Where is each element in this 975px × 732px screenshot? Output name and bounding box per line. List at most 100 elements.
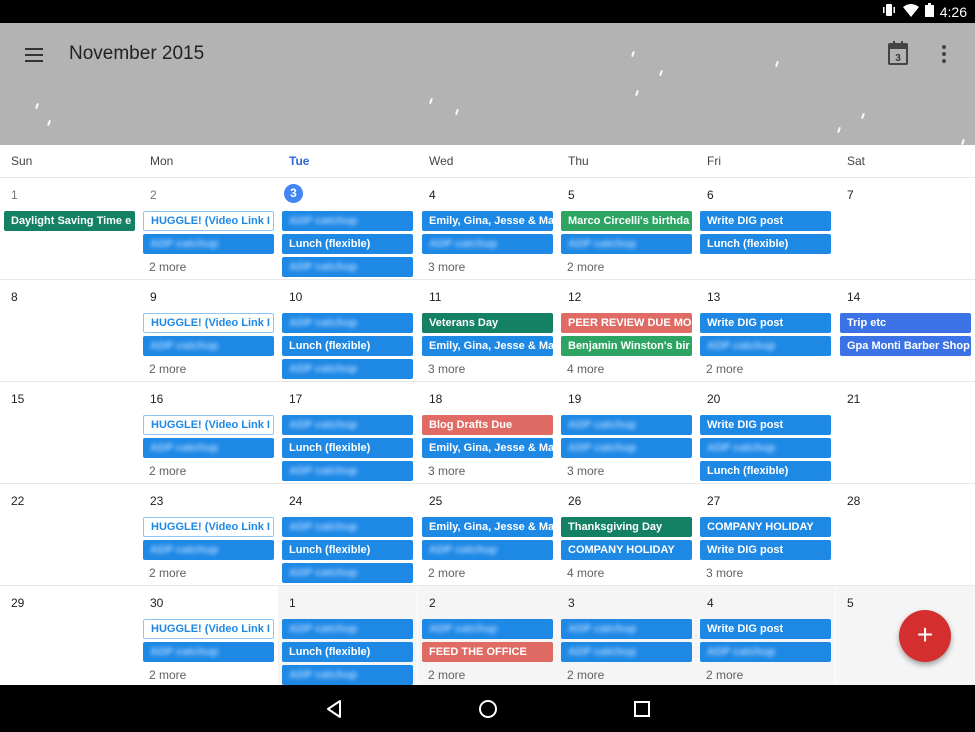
event-chip[interactable]: Lunch (flexible) [282, 234, 413, 254]
event-chip[interactable]: Lunch (flexible) [282, 336, 413, 356]
day-cell[interactable]: 25 Emily, Gina, Jesse & Ma ADP catchup 2 mo… [418, 484, 557, 586]
more-events-link[interactable]: 3 more [428, 362, 465, 376]
day-cell[interactable]: 2 HUGGLE! (Video Link I ADP catchup 2 more [139, 178, 278, 280]
event-chip[interactable]: ADP catchup [282, 665, 413, 685]
event-chip[interactable]: ADP catchup [282, 313, 413, 333]
event-chip[interactable]: Lunch (flexible) [700, 461, 831, 481]
event-chip[interactable]: PEER REVIEW DUE MO [561, 313, 692, 333]
event-chip[interactable]: Emily, Gina, Jesse & Ma [422, 211, 553, 231]
event-chip[interactable]: Write DIG post [700, 211, 831, 231]
event-chip[interactable]: Write DIG post [700, 415, 831, 435]
event-chip[interactable]: Write DIG post [700, 540, 831, 560]
day-cell[interactable]: 17 ADP catchup Lunch (flexible) ADP catchup [278, 382, 417, 484]
event-chip[interactable]: ADP catchup [143, 540, 274, 560]
day-cell[interactable]: 22 [0, 484, 139, 586]
event-chip[interactable]: ADP catchup [143, 234, 274, 254]
day-cell[interactable]: 15 [0, 382, 139, 484]
event-chip[interactable]: ADP catchup [561, 619, 692, 639]
more-events-link[interactable]: 2 more [149, 260, 186, 274]
event-chip[interactable]: ADP catchup [561, 234, 692, 254]
more-vert-icon[interactable] [934, 43, 954, 65]
more-events-link[interactable]: 3 more [428, 260, 465, 274]
event-chip[interactable]: Daylight Saving Time e [4, 211, 135, 231]
event-chip[interactable]: COMPANY HOLIDAY [700, 517, 831, 537]
event-chip[interactable]: ADP catchup [422, 619, 553, 639]
day-cell[interactable]: 26 Thanksgiving Day COMPANY HOLIDAY 4 more [557, 484, 696, 586]
day-cell[interactable]: 30 HUGGLE! (Video Link I ADP catchup 2 more [139, 586, 278, 688]
event-chip[interactable]: HUGGLE! (Video Link I [143, 211, 274, 231]
event-chip[interactable]: HUGGLE! (Video Link I [143, 415, 274, 435]
day-cell[interactable]: 4 Emily, Gina, Jesse & Ma ADP catchup 3 mor… [418, 178, 557, 280]
event-chip[interactable]: HUGGLE! (Video Link I [143, 313, 274, 333]
event-chip[interactable]: Blog Drafts Due [422, 415, 553, 435]
event-chip[interactable]: ADP catchup [143, 642, 274, 662]
event-chip[interactable]: ADP catchup [422, 540, 553, 560]
day-cell[interactable]: 6 Write DIG post Lunch (flexible) [696, 178, 835, 280]
event-chip[interactable]: ADP catchup [282, 359, 413, 379]
event-chip[interactable]: Emily, Gina, Jesse & Ma [422, 517, 553, 537]
event-chip[interactable]: Lunch (flexible) [282, 642, 413, 662]
day-cell[interactable]: 29 [0, 586, 139, 688]
event-chip[interactable]: Lunch (flexible) [700, 234, 831, 254]
more-events-link[interactable]: 2 more [706, 362, 743, 376]
event-chip[interactable]: ADP catchup [282, 619, 413, 639]
day-cell[interactable]: 8 [0, 280, 139, 382]
event-chip[interactable]: ADP catchup [143, 336, 274, 356]
more-events-link[interactable]: 2 more [149, 668, 186, 682]
event-chip[interactable]: HUGGLE! (Video Link I [143, 619, 274, 639]
event-chip[interactable]: Write DIG post [700, 313, 831, 333]
more-events-link[interactable]: 2 more [428, 668, 465, 682]
day-cell[interactable]: 16 HUGGLE! (Video Link I ADP catchup 2 more [139, 382, 278, 484]
event-chip[interactable]: Thanksgiving Day [561, 517, 692, 537]
event-chip[interactable]: HUGGLE! (Video Link I [143, 517, 274, 537]
day-cell[interactable]: 28 [836, 484, 975, 586]
more-events-link[interactable]: 2 more [567, 668, 604, 682]
more-events-link[interactable]: 2 more [149, 566, 186, 580]
event-chip[interactable]: ADP catchup [700, 438, 831, 458]
event-chip[interactable]: ADP catchup [282, 257, 413, 277]
recents-icon[interactable] [630, 697, 654, 721]
day-cell[interactable]: 20 Write DIG post ADP catchup Lunch (flexib… [696, 382, 835, 484]
more-events-link[interactable]: 2 more [706, 668, 743, 682]
day-cell[interactable]: 23 HUGGLE! (Video Link I ADP catchup 2 more [139, 484, 278, 586]
event-chip[interactable]: ADP catchup [282, 461, 413, 481]
day-cell[interactable]: 27 COMPANY HOLIDAY Write DIG post 3 more [696, 484, 835, 586]
event-chip[interactable]: Emily, Gina, Jesse & Ma [422, 336, 553, 356]
event-chip[interactable]: ADP catchup [282, 517, 413, 537]
day-cell[interactable]: 21 [836, 382, 975, 484]
more-events-link[interactable]: 2 more [149, 464, 186, 478]
today-calendar-icon[interactable]: 3 [886, 40, 910, 66]
day-cell[interactable]: 1 Daylight Saving Time e [0, 178, 139, 280]
more-events-link[interactable]: 4 more [567, 566, 604, 580]
event-chip[interactable]: Gpa Monti Barber Shop [840, 336, 971, 356]
event-chip[interactable]: Trip etc [840, 313, 971, 333]
day-cell[interactable]: 3 ADP catchup ADP catchup 2 more [557, 586, 696, 688]
menu-icon[interactable] [22, 43, 46, 67]
event-chip[interactable]: ADP catchup [561, 642, 692, 662]
day-cell[interactable]: 24 ADP catchup Lunch (flexible) ADP catchup [278, 484, 417, 586]
event-chip[interactable]: Write DIG post [700, 619, 831, 639]
day-cell[interactable]: 5 Marco Circelli's birthda ADP catchup 2 mo… [557, 178, 696, 280]
more-events-link[interactable]: 3 more [706, 566, 743, 580]
day-cell[interactable]: 2 ADP catchup FEED THE OFFICE 2 more [418, 586, 557, 688]
more-events-link[interactable]: 2 more [567, 260, 604, 274]
day-cell[interactable]: 18 Blog Drafts Due Emily, Gina, Jesse & Ma… [418, 382, 557, 484]
more-events-link[interactable]: 3 more [567, 464, 604, 478]
day-cell[interactable]: 7 [836, 178, 975, 280]
event-chip[interactable]: ADP catchup [561, 415, 692, 435]
event-chip[interactable]: Benjamin Winston's bir [561, 336, 692, 356]
day-cell[interactable]: 19 ADP catchup ADP catchup 3 more [557, 382, 696, 484]
event-chip[interactable]: ADP catchup [700, 642, 831, 662]
event-chip[interactable]: ADP catchup [143, 438, 274, 458]
create-event-button[interactable]: + [899, 610, 951, 662]
event-chip[interactable]: ADP catchup [282, 563, 413, 583]
event-chip[interactable]: Emily, Gina, Jesse & Ma [422, 438, 553, 458]
day-cell[interactable]: 11 Veterans Day Emily, Gina, Jesse & Ma 3 m… [418, 280, 557, 382]
event-chip[interactable]: Lunch (flexible) [282, 438, 413, 458]
day-cell[interactable]: 4 Write DIG post ADP catchup 2 more [696, 586, 835, 688]
day-cell[interactable]: 1 ADP catchup Lunch (flexible) ADP catchup [278, 586, 417, 688]
day-cell[interactable]: 14 Trip etc Gpa Monti Barber Shop [836, 280, 975, 382]
day-cell[interactable]: 10 ADP catchup Lunch (flexible) ADP catchup [278, 280, 417, 382]
event-chip[interactable]: COMPANY HOLIDAY [561, 540, 692, 560]
back-icon[interactable] [322, 697, 346, 721]
